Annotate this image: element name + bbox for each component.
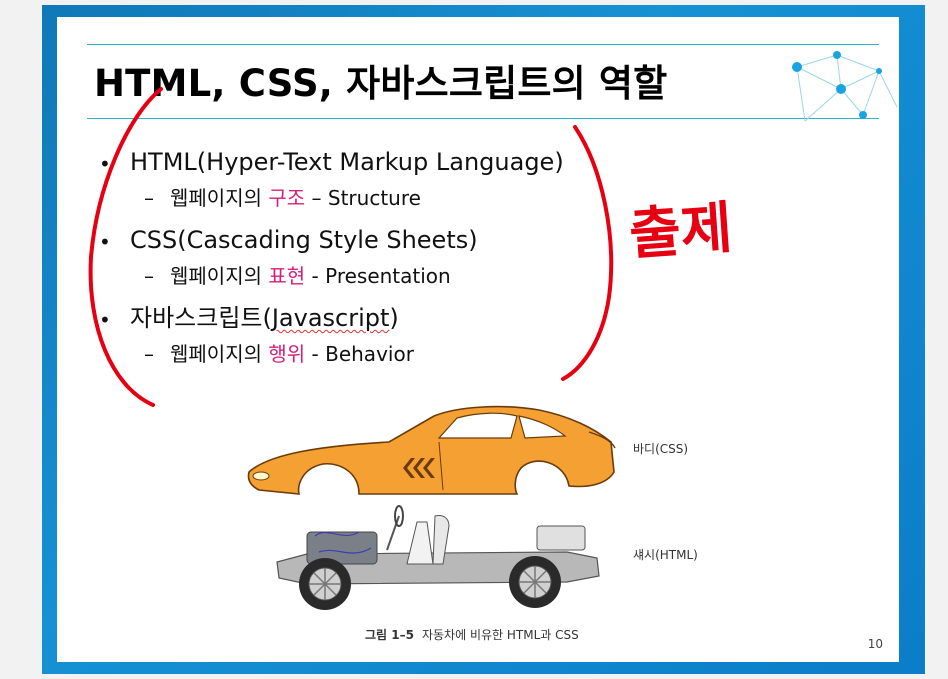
bullet-list: • HTML(Hyper-Text Markup Language) – 웹페이지… bbox=[99, 146, 659, 380]
network-decoration bbox=[792, 51, 898, 122]
slide-title: HTML, CSS, 자바스크립트의 역할 bbox=[94, 62, 668, 105]
sub-bullet-dash: – bbox=[144, 186, 154, 210]
sub-bullet-keyword: 구조 bbox=[268, 186, 306, 210]
bullet-javascript: • 자바스크립트(Javascript) – 웹페이지의 행위 - Behavio… bbox=[99, 302, 659, 380]
bullet-main-text: HTML(Hyper-Text Markup Language) bbox=[130, 148, 564, 176]
chassis-label: 섀시(HTML) bbox=[633, 548, 698, 562]
network-node bbox=[792, 62, 802, 72]
sub-bullet-prefix: 웹페이지의 bbox=[170, 264, 262, 288]
sub-bullet: – 웹페이지의 행위 - Behavior bbox=[144, 339, 414, 369]
network-node bbox=[859, 111, 867, 119]
front-wheel bbox=[299, 558, 351, 610]
bullet-main-prefix: 자바스크립트( bbox=[130, 304, 272, 332]
figure-number: 그림 1–5 bbox=[365, 628, 414, 642]
figure-caption: 그림 1–5 자동차에 비유한 HTML과 CSS bbox=[365, 626, 579, 643]
screen: HTML, CSS, 자바스크립트의 역할 • HTML(Hyper-Text … bbox=[0, 0, 948, 679]
sub-bullet-dash: – bbox=[144, 342, 154, 366]
network-node bbox=[876, 68, 882, 74]
sub-bullet-suffix: - Presentation bbox=[311, 264, 451, 288]
sub-bullet-keyword: 행위 bbox=[268, 342, 306, 366]
bullet-icon: • bbox=[99, 230, 111, 254]
bullet-icon: • bbox=[99, 152, 111, 176]
car-chassis-illustration bbox=[276, 505, 600, 610]
car-body-label: 바디(CSS) bbox=[633, 442, 689, 456]
seat bbox=[406, 521, 434, 565]
sub-bullet-prefix: 웹페이지의 bbox=[170, 342, 262, 366]
title-bottom-rule bbox=[87, 118, 879, 119]
title-top-rule bbox=[87, 44, 879, 45]
sub-bullet: – 웹페이지의 표현 - Presentation bbox=[144, 261, 451, 291]
spellcheck-word: Javascript bbox=[271, 304, 390, 332]
network-node bbox=[833, 51, 841, 59]
slide: HTML, CSS, 자바스크립트의 역할 • HTML(Hyper-Text … bbox=[57, 17, 899, 662]
rear-wheel bbox=[509, 556, 561, 608]
bullet-main-text: CSS(Cascading Style Sheets) bbox=[130, 226, 478, 254]
bullet-html: • HTML(Hyper-Text Markup Language) – 웹페이지… bbox=[99, 146, 659, 224]
sub-bullet: – 웹페이지의 구조 – Structure bbox=[144, 183, 421, 213]
page-number: 10 bbox=[867, 637, 883, 651]
bullet-css: • CSS(Cascading Style Sheets) – 웹페이지의 표현 … bbox=[99, 224, 659, 302]
car-headlight bbox=[252, 471, 270, 481]
bullet-main-suffix: ) bbox=[389, 304, 399, 332]
sub-bullet-suffix: - Behavior bbox=[311, 342, 414, 366]
car-body-shape bbox=[247, 405, 615, 495]
sub-bullet-prefix: 웹페이지의 bbox=[170, 186, 262, 210]
sub-bullet-keyword: 표현 bbox=[268, 264, 306, 288]
rear-component bbox=[536, 525, 586, 551]
figure-caption-text: 자동차에 비유한 HTML과 CSS bbox=[421, 628, 579, 642]
sub-bullet-dash: – bbox=[144, 264, 154, 288]
bullet-icon: • bbox=[99, 308, 111, 332]
network-node bbox=[836, 84, 846, 94]
bullet-main-text: 자바스크립트(Javascript) bbox=[130, 302, 399, 334]
sub-bullet-suffix: – Structure bbox=[311, 186, 421, 210]
